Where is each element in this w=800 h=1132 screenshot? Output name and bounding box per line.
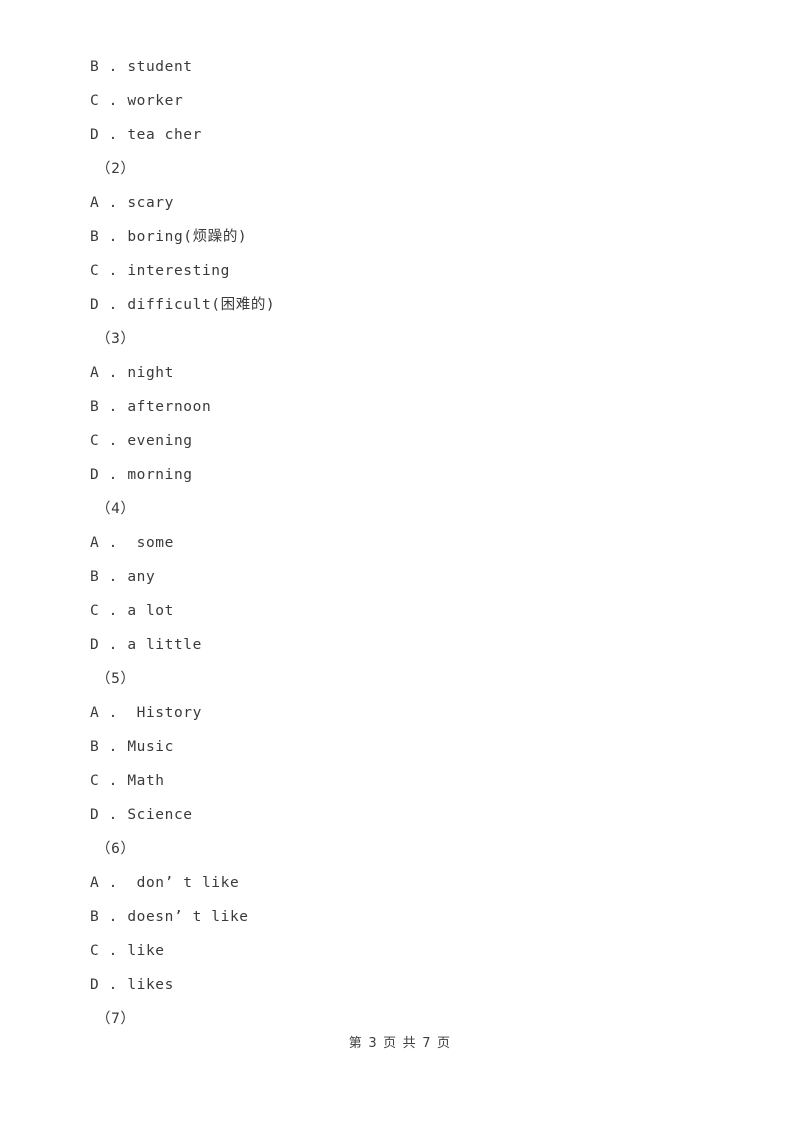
- answer-option: A . History: [90, 705, 202, 721]
- answer-option: B . boring(烦躁的): [90, 229, 248, 245]
- answer-option: D . morning: [90, 467, 193, 483]
- question-number-label: （2）: [96, 161, 136, 177]
- answer-option: D . a little: [90, 637, 202, 653]
- page-footer: 第 3 页 共 7 页: [348, 1036, 452, 1051]
- answer-option: A . scary: [90, 195, 174, 211]
- question-number-label: （7）: [96, 1011, 136, 1027]
- answer-option: C . Math: [90, 773, 165, 789]
- answer-option: A . some: [90, 535, 174, 551]
- question-number-label: （4）: [96, 501, 136, 517]
- answer-option: B . doesn’ t like: [90, 909, 249, 925]
- answer-option: C . interesting: [90, 263, 230, 279]
- question-number-label: （5）: [96, 671, 136, 687]
- answer-option: C . a lot: [90, 603, 174, 619]
- answer-option: C . worker: [90, 93, 184, 109]
- question-options-list: B . student C . worker D . tea cher （2） A . …: [90, 50, 750, 1036]
- answer-option: C . evening: [90, 433, 193, 449]
- answer-option: D . Science: [90, 807, 193, 823]
- answer-option: D . likes: [90, 977, 174, 993]
- answer-option: D . tea cher: [90, 127, 202, 143]
- answer-option: A . night: [90, 365, 174, 381]
- answer-option: B . student: [90, 59, 193, 75]
- answer-option: A . don’ t like: [90, 875, 240, 891]
- document-page: B . student C . worker D . tea cher （2） A . …: [0, 0, 800, 1132]
- answer-option: B . afternoon: [90, 399, 212, 415]
- answer-option: D . difficult(困难的): [90, 297, 276, 313]
- answer-option: C . like: [90, 943, 165, 959]
- question-number-label: （3）: [96, 331, 136, 347]
- answer-option: B . any: [90, 569, 156, 585]
- answer-option: B . Music: [90, 739, 174, 755]
- question-number-label: （6）: [96, 841, 136, 857]
